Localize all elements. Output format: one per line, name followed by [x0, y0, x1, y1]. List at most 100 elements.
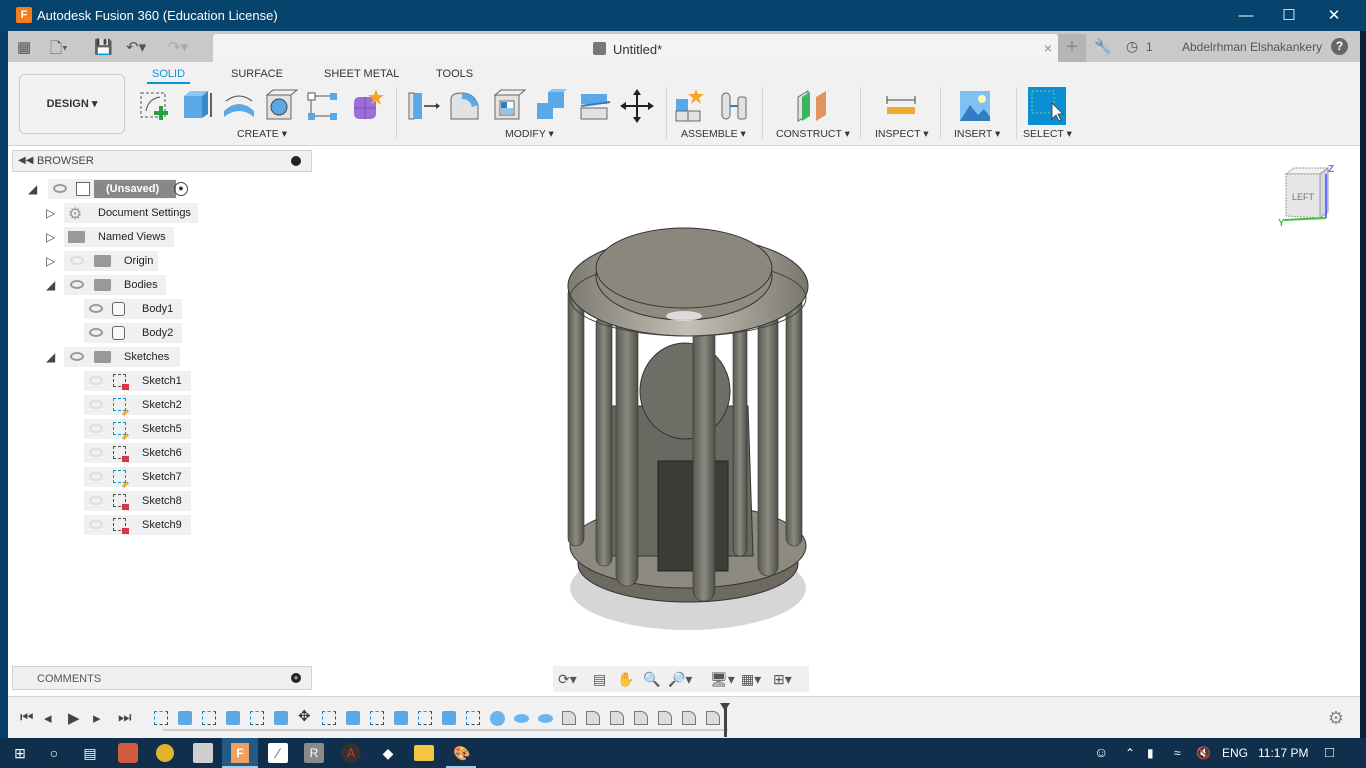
step-back-button[interactable]: ◂	[44, 709, 52, 727]
insert-image-icon[interactable]	[958, 89, 992, 123]
volume-muted-icon[interactable]: 🔇	[1196, 746, 1211, 760]
timeline-sketch-icon[interactable]	[202, 711, 216, 725]
go-to-end-button[interactable]: ⏭	[118, 709, 132, 726]
task-view-icon[interactable]: ▤	[80, 743, 100, 763]
split-body-icon[interactable]	[578, 89, 612, 123]
model-render[interactable]	[548, 206, 828, 636]
input-language[interactable]: ENG	[1222, 746, 1248, 760]
activate-component-radio[interactable]: ●	[174, 182, 188, 196]
timeline-sketch-icon[interactable]	[154, 711, 168, 725]
people-icon[interactable]: ☺	[1094, 744, 1108, 760]
hidden-eye-icon[interactable]	[70, 256, 84, 265]
job-count[interactable]: 1	[1146, 40, 1153, 54]
wifi-icon[interactable]: ≈	[1174, 746, 1181, 760]
offset-plane-icon[interactable]	[794, 89, 828, 123]
timeline-extrude-icon[interactable]	[274, 711, 288, 725]
play-button[interactable]: ▶	[68, 709, 80, 727]
browser-minimize-icon[interactable]	[291, 156, 301, 166]
create-group-label[interactable]: CREATE ▾	[237, 128, 287, 140]
modify-group-label[interactable]: MODIFY ▾	[505, 128, 554, 140]
collapse-caret-icon[interactable]: ◢	[46, 350, 55, 364]
browser-item-document-settings[interactable]: ▷ ⚙ Document Settings	[46, 203, 206, 223]
browser-item-body2[interactable]: Body2	[84, 323, 184, 343]
timeline-fillet-icon[interactable]	[634, 711, 648, 725]
assemble-group-label[interactable]: ASSEMBLE ▾	[681, 128, 746, 140]
pattern-icon[interactable]	[306, 89, 340, 123]
3d-viewport[interactable]	[8, 146, 1360, 696]
timeline-extrude-icon[interactable]	[346, 711, 360, 725]
hidden-eye-icon[interactable]	[89, 424, 103, 433]
browser-item-sketch7[interactable]: Sketch7	[84, 467, 192, 489]
press-pull-icon[interactable]	[406, 89, 440, 123]
timeline-settings-gear-icon[interactable]: ⚙	[1328, 708, 1344, 729]
extrude-icon[interactable]	[180, 89, 214, 123]
browser-item-origin[interactable]: ▷ Origin	[46, 251, 176, 271]
browser-item-body1[interactable]: Body1	[84, 299, 184, 319]
taskbar-app-icon[interactable]: R	[304, 743, 324, 763]
insert-group-label[interactable]: INSERT ▾	[954, 128, 1000, 140]
browser-item-sketch2[interactable]: Sketch2	[84, 395, 192, 417]
view-cube-face-left[interactable]: LEFT	[1292, 192, 1314, 202]
create-sketch-icon[interactable]	[138, 89, 172, 123]
hidden-eye-icon[interactable]	[89, 448, 103, 457]
show-hidden-icons-chevron[interactable]: ⌃	[1125, 746, 1135, 760]
shell-icon[interactable]	[492, 89, 526, 123]
help-icon[interactable]: ?	[1331, 38, 1348, 55]
measure-icon[interactable]	[884, 89, 918, 123]
taskbar-app-icon[interactable]	[193, 743, 213, 763]
timeline-sketch-icon[interactable]	[418, 711, 432, 725]
browser-item-sketch5[interactable]: Sketch5	[84, 419, 192, 441]
expand-caret-icon[interactable]: ▷	[46, 254, 55, 268]
timeline-fillet-icon[interactable]	[610, 711, 624, 725]
new-tab-button[interactable]: +	[1058, 34, 1086, 62]
select-group-label[interactable]: SELECT ▾	[1023, 128, 1072, 140]
go-to-start-button[interactable]: ⏮	[20, 709, 34, 726]
fusion-taskbar-icon[interactable]: F	[222, 738, 258, 768]
visibility-eye-icon[interactable]	[89, 304, 103, 313]
construct-group-label[interactable]: CONSTRUCT ▾	[776, 128, 850, 140]
zoom-icon[interactable]: 🔍	[643, 671, 660, 688]
user-account-name[interactable]: Abdelrhman Elshakankery	[1182, 40, 1322, 54]
battery-icon[interactable]: ▮	[1147, 746, 1154, 760]
browser-item-sketch9[interactable]: Sketch9	[84, 515, 192, 535]
visibility-eye-icon[interactable]	[70, 352, 84, 361]
timeline-sketch-icon[interactable]	[322, 711, 336, 725]
timeline-sketch-icon[interactable]	[250, 711, 264, 725]
visibility-eye-icon[interactable]	[89, 328, 103, 337]
browser-item-bodies[interactable]: ◢ Bodies	[46, 275, 176, 295]
timeline-fillet-icon[interactable]	[586, 711, 600, 725]
timeline-move-icon[interactable]: ✥	[298, 707, 312, 725]
new-component-icon[interactable]	[674, 89, 708, 123]
viewports-icon[interactable]: ⊞▾	[773, 671, 792, 688]
browser-item-sketches[interactable]: ◢ Sketches	[46, 347, 186, 367]
hidden-eye-icon[interactable]	[89, 376, 103, 385]
collapse-caret-icon[interactable]: ◢	[28, 182, 37, 196]
fit-zoom-window-icon[interactable]: 🔎▾	[668, 671, 692, 688]
tab-solid[interactable]: SOLID	[147, 68, 191, 84]
timeline-fillet-icon[interactable]	[706, 711, 720, 725]
grid-snap-icon[interactable]: ▦▾	[741, 671, 761, 688]
cortana-search-icon[interactable]: ○	[44, 743, 64, 763]
paint-icon[interactable]: 🎨	[452, 743, 472, 763]
display-settings-icon[interactable]: 🖥▾	[710, 671, 735, 688]
hidden-eye-icon[interactable]	[89, 520, 103, 529]
extensions-wrench-icon[interactable]: 🔧	[1094, 38, 1111, 55]
document-tab[interactable]: Untitled* ×	[213, 34, 1058, 62]
collapse-caret-icon[interactable]: ◢	[46, 278, 55, 292]
inspect-group-label[interactable]: INSPECT ▾	[875, 128, 929, 140]
orbit-icon[interactable]: ⟳▾	[558, 671, 577, 688]
redo-icon[interactable]: ↷▾	[168, 38, 188, 56]
hole-icon[interactable]	[264, 89, 298, 123]
fillet-icon[interactable]	[448, 89, 482, 123]
undo-icon[interactable]: ↶▾	[126, 38, 146, 56]
timeline-fillet-icon[interactable]	[682, 711, 696, 725]
tab-sheet-metal[interactable]: SHEET METAL	[324, 68, 399, 80]
create-form-icon[interactable]	[350, 89, 384, 123]
timeline-fillet-icon[interactable]	[562, 711, 576, 725]
minimize-button[interactable]: —	[1223, 0, 1269, 31]
file-explorer-icon[interactable]	[414, 745, 434, 761]
move-copy-icon[interactable]	[620, 89, 654, 123]
timeline-extrude-icon[interactable]	[442, 711, 456, 725]
save-icon[interactable]: 💾	[94, 38, 113, 56]
visibility-eye-icon[interactable]	[70, 280, 84, 289]
